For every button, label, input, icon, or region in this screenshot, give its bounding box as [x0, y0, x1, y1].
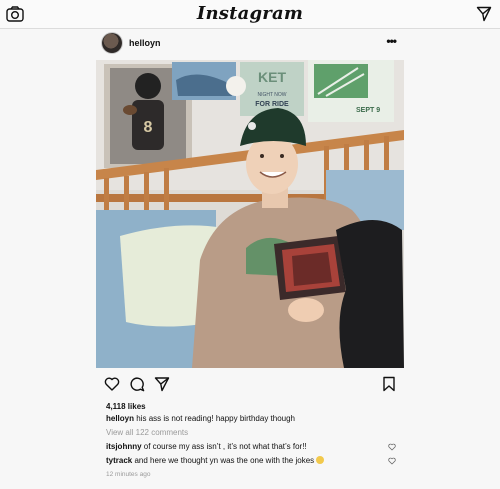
- options-icon[interactable]: •••: [386, 34, 397, 48]
- view-all-comments-link[interactable]: View all 122 comments: [106, 428, 188, 437]
- post-timestamp: 12 minutes ago: [106, 471, 151, 478]
- send-icon[interactable]: [476, 6, 492, 22]
- avatar[interactable]: [102, 33, 122, 53]
- svg-text:8: 8: [144, 119, 153, 136]
- photo-illustration: 8 KET NIGHT NOW FOR RIDE SEPT 9: [96, 60, 404, 368]
- comment-like-heart-icon[interactable]: [388, 443, 396, 451]
- middle-poster: KET NIGHT NOW FOR RIDE: [240, 62, 304, 116]
- comment-text: of course my ass isn’t , it’s not what t…: [141, 442, 307, 451]
- post-header: helloyn •••: [96, 32, 404, 56]
- like-heart-icon[interactable]: [104, 376, 120, 392]
- caption: helloyn his ass is not reading! happy bi…: [106, 414, 396, 423]
- laughing-emoji-icon: [316, 456, 325, 464]
- comment-username[interactable]: tytrack: [106, 456, 132, 465]
- likes-count[interactable]: 4,118 likes: [106, 402, 146, 411]
- poster-sept: SEPT 9: [356, 107, 380, 114]
- caption-text: his ass is not reading! happy birthday t…: [134, 414, 296, 423]
- poster-line2: FOR RIDE: [255, 101, 289, 108]
- poster-big-text: KET: [258, 69, 286, 85]
- post-photo[interactable]: 8 KET NIGHT NOW FOR RIDE SEPT 9: [96, 60, 404, 368]
- share-icon[interactable]: [154, 376, 170, 392]
- post-actions: [104, 376, 396, 394]
- poster-line1: NIGHT NOW: [257, 92, 286, 98]
- comment-like-heart-icon[interactable]: [388, 457, 396, 465]
- comment-text: and here we thought yn was the one with …: [132, 456, 317, 465]
- comment-item: tytrack and here we thought yn was the o…: [106, 456, 386, 465]
- comment-username[interactable]: itsjohnny: [106, 442, 142, 451]
- bookmark-icon[interactable]: [382, 376, 396, 392]
- caption-username[interactable]: helloyn: [106, 414, 134, 423]
- top-bar: Instagram: [0, 0, 500, 29]
- comment-item: itsjohnny of course my ass isn’t , it’s …: [106, 442, 386, 451]
- app-logo: Instagram: [196, 3, 304, 24]
- post-username[interactable]: helloyn: [129, 38, 161, 48]
- right-poster: SEPT 9: [308, 60, 394, 122]
- comment-icon[interactable]: [129, 376, 145, 392]
